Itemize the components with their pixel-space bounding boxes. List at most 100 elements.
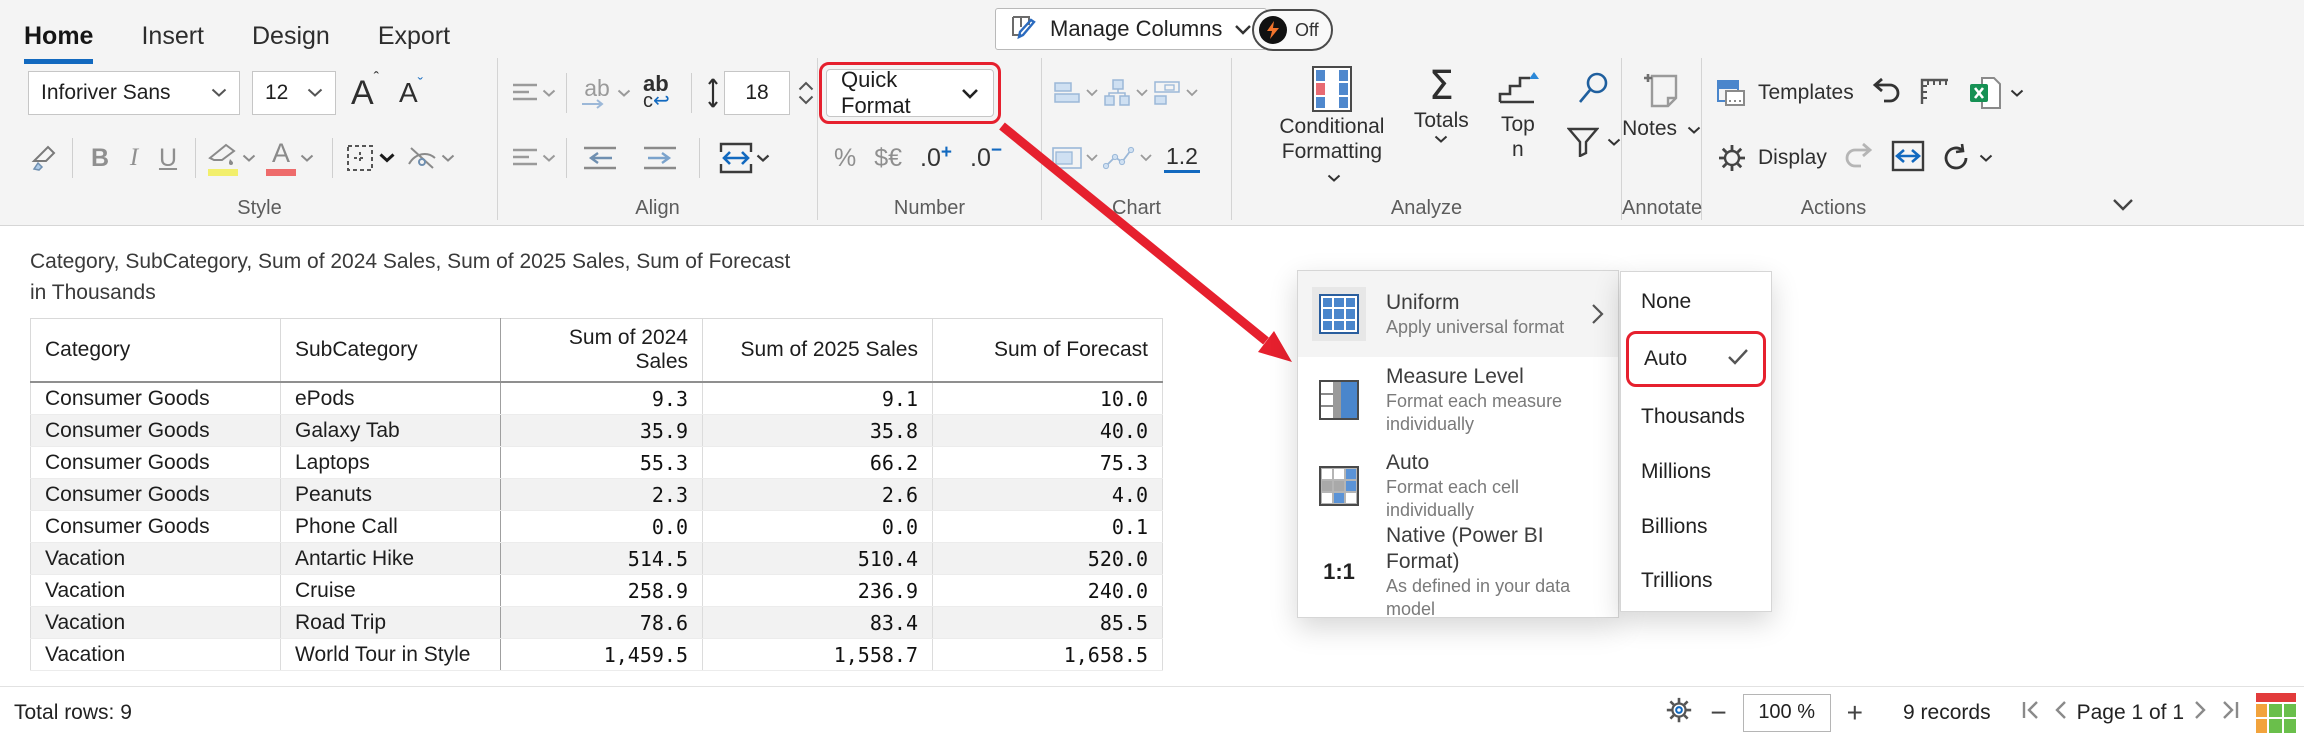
forecast-cell[interactable]: 75.3 — [933, 447, 1163, 479]
refresh-button[interactable] — [1941, 143, 1993, 173]
sales-2025-cell[interactable]: 66.2 — [703, 447, 933, 479]
increase-decimal-button[interactable]: .0+ — [920, 144, 952, 173]
sales-2024-cell[interactable]: 2.3 — [501, 479, 703, 511]
decrease-indent-button[interactable] — [577, 138, 623, 178]
decrease-decimal-button[interactable]: .0− — [970, 144, 1002, 173]
sales-2025-cell[interactable]: 35.8 — [703, 415, 933, 447]
category-cell[interactable]: Consumer Goods — [31, 447, 281, 479]
grow-font-button[interactable]: Aˆ — [348, 73, 382, 113]
category-cell[interactable]: Vacation — [31, 543, 281, 575]
line-chart-button[interactable] — [1102, 138, 1136, 178]
chevron-down-icon[interactable] — [617, 89, 631, 98]
column-header-2025-sales[interactable]: Sum of 2025 Sales — [703, 319, 933, 383]
row-height-input[interactable]: 18 — [724, 71, 790, 115]
subcategory-cell[interactable]: Road Trip — [281, 607, 501, 639]
forecast-cell[interactable]: 520.0 — [933, 543, 1163, 575]
sales-2024-cell[interactable]: 55.3 — [501, 447, 703, 479]
chevron-down-icon[interactable] — [1140, 154, 1152, 162]
category-cell[interactable]: Vacation — [31, 575, 281, 607]
power-mode-toggle[interactable]: Off — [1252, 9, 1333, 51]
clear-formatting-button[interactable] — [405, 138, 439, 178]
hierarchy-chart-button[interactable] — [1102, 73, 1132, 113]
currency-format-button[interactable]: $€ — [874, 144, 902, 173]
forecast-cell[interactable]: 0.1 — [933, 511, 1163, 543]
chevron-down-icon[interactable] — [542, 89, 556, 98]
chevron-down-icon[interactable] — [542, 154, 556, 163]
chevron-down-icon[interactable] — [1136, 89, 1148, 97]
forecast-cell[interactable]: 4.0 — [933, 479, 1163, 511]
shrink-font-button[interactable]: Aˇ — [394, 73, 428, 113]
column-header-category[interactable]: Category — [31, 319, 281, 383]
chevron-down-icon[interactable] — [1186, 89, 1198, 97]
chevron-down-icon[interactable] — [441, 154, 455, 163]
submenu-item-billions[interactable]: Billions — [1621, 502, 1771, 552]
submenu-item-auto-selected[interactable]: Auto — [1626, 331, 1766, 387]
sales-2024-cell[interactable]: 78.6 — [501, 607, 703, 639]
previous-page-button[interactable] — [2053, 701, 2067, 724]
chevron-down-icon[interactable] — [379, 153, 395, 163]
collapse-ribbon-chevron[interactable] — [2112, 198, 2134, 211]
subcategory-cell[interactable]: ePods — [281, 382, 501, 415]
forecast-cell[interactable]: 40.0 — [933, 415, 1163, 447]
chevron-down-icon[interactable] — [1086, 89, 1098, 97]
sales-2025-cell[interactable]: 0.0 — [703, 511, 933, 543]
format-painter-button[interactable] — [28, 138, 62, 178]
forecast-cell[interactable]: 1,658.5 — [933, 639, 1163, 671]
font-family-combo[interactable]: Inforiver Sans — [28, 71, 240, 115]
layout-chart-button[interactable] — [1152, 73, 1182, 113]
last-page-button[interactable] — [2218, 701, 2240, 724]
menu-item-native[interactable]: 1:1 Native (Power BI Format) As defined … — [1298, 529, 1618, 615]
submenu-item-trillions[interactable]: Trillions — [1621, 556, 1771, 606]
subcategory-cell[interactable]: Laptops — [281, 447, 501, 479]
column-width-button[interactable] — [716, 138, 756, 178]
table-row[interactable]: Consumer Goods ePods 9.3 9.1 10.0 — [31, 382, 1163, 415]
borders-button[interactable] — [343, 138, 377, 178]
submenu-item-thousands[interactable]: Thousands — [1621, 392, 1771, 442]
settings-gear-button[interactable] — [1664, 695, 1694, 730]
undo-button[interactable] — [1870, 77, 1902, 110]
category-cell[interactable]: Consumer Goods — [31, 479, 281, 511]
data-labels-button[interactable]: 1.2 — [1164, 143, 1200, 173]
sales-2024-cell[interactable]: 1,459.5 — [501, 639, 703, 671]
notes-button[interactable]: Notes — [1622, 58, 1701, 141]
zoom-level-box[interactable]: 100 % — [1743, 694, 1831, 732]
sales-2025-cell[interactable]: 2.6 — [703, 479, 933, 511]
text-overflow-button[interactable]: ab — [577, 73, 617, 113]
cell-chart-button[interactable] — [1052, 138, 1082, 178]
forecast-cell[interactable]: 10.0 — [933, 382, 1163, 415]
sales-2025-cell[interactable]: 1,558.7 — [703, 639, 933, 671]
bold-button[interactable]: B — [83, 138, 117, 178]
category-cell[interactable]: Vacation — [31, 607, 281, 639]
sales-2024-cell[interactable]: 514.5 — [501, 543, 703, 575]
zoom-in-button[interactable]: + — [1847, 699, 1863, 727]
display-button[interactable]: Display — [1716, 142, 1827, 174]
zoom-out-button[interactable]: − — [1710, 699, 1726, 727]
sales-2024-cell[interactable]: 258.9 — [501, 575, 703, 607]
subcategory-cell[interactable]: Antartic Hike — [281, 543, 501, 575]
forecast-cell[interactable]: 85.5 — [933, 607, 1163, 639]
underline-button[interactable]: U — [151, 138, 185, 178]
sales-2025-cell[interactable]: 236.9 — [703, 575, 933, 607]
column-header-forecast[interactable]: Sum of Forecast — [933, 319, 1163, 383]
ruler-button[interactable] — [1918, 76, 1952, 111]
increase-indent-button[interactable] — [637, 138, 683, 178]
first-page-button[interactable] — [2021, 701, 2043, 724]
vertical-align-button[interactable] — [508, 73, 542, 113]
table-row[interactable]: Consumer Goods Phone Call 0.0 0.0 0.1 — [31, 511, 1163, 543]
italic-button[interactable]: I — [117, 138, 151, 178]
column-header-2024-sales[interactable]: Sum of 2024 Sales — [501, 319, 703, 383]
subcategory-cell[interactable]: World Tour in Style — [281, 639, 501, 671]
subcategory-cell[interactable]: Phone Call — [281, 511, 501, 543]
sales-2025-cell[interactable]: 510.4 — [703, 543, 933, 575]
category-cell[interactable]: Consumer Goods — [31, 382, 281, 415]
submenu-item-millions[interactable]: Millions — [1621, 447, 1771, 497]
menu-item-measure-level[interactable]: Measure Level Format each measure indivi… — [1298, 357, 1618, 443]
wrap-text-button[interactable]: ab c↩ — [637, 73, 681, 113]
search-button[interactable] — [1576, 70, 1612, 111]
chevron-down-icon[interactable] — [300, 154, 314, 163]
table-row[interactable]: Vacation Road Trip 78.6 83.4 85.5 — [31, 607, 1163, 639]
chevron-down-icon[interactable] — [798, 95, 814, 105]
percent-format-button[interactable]: % — [834, 144, 856, 173]
horizontal-align-button[interactable] — [508, 138, 542, 178]
quick-format-button[interactable]: Quick Format — [826, 69, 994, 117]
